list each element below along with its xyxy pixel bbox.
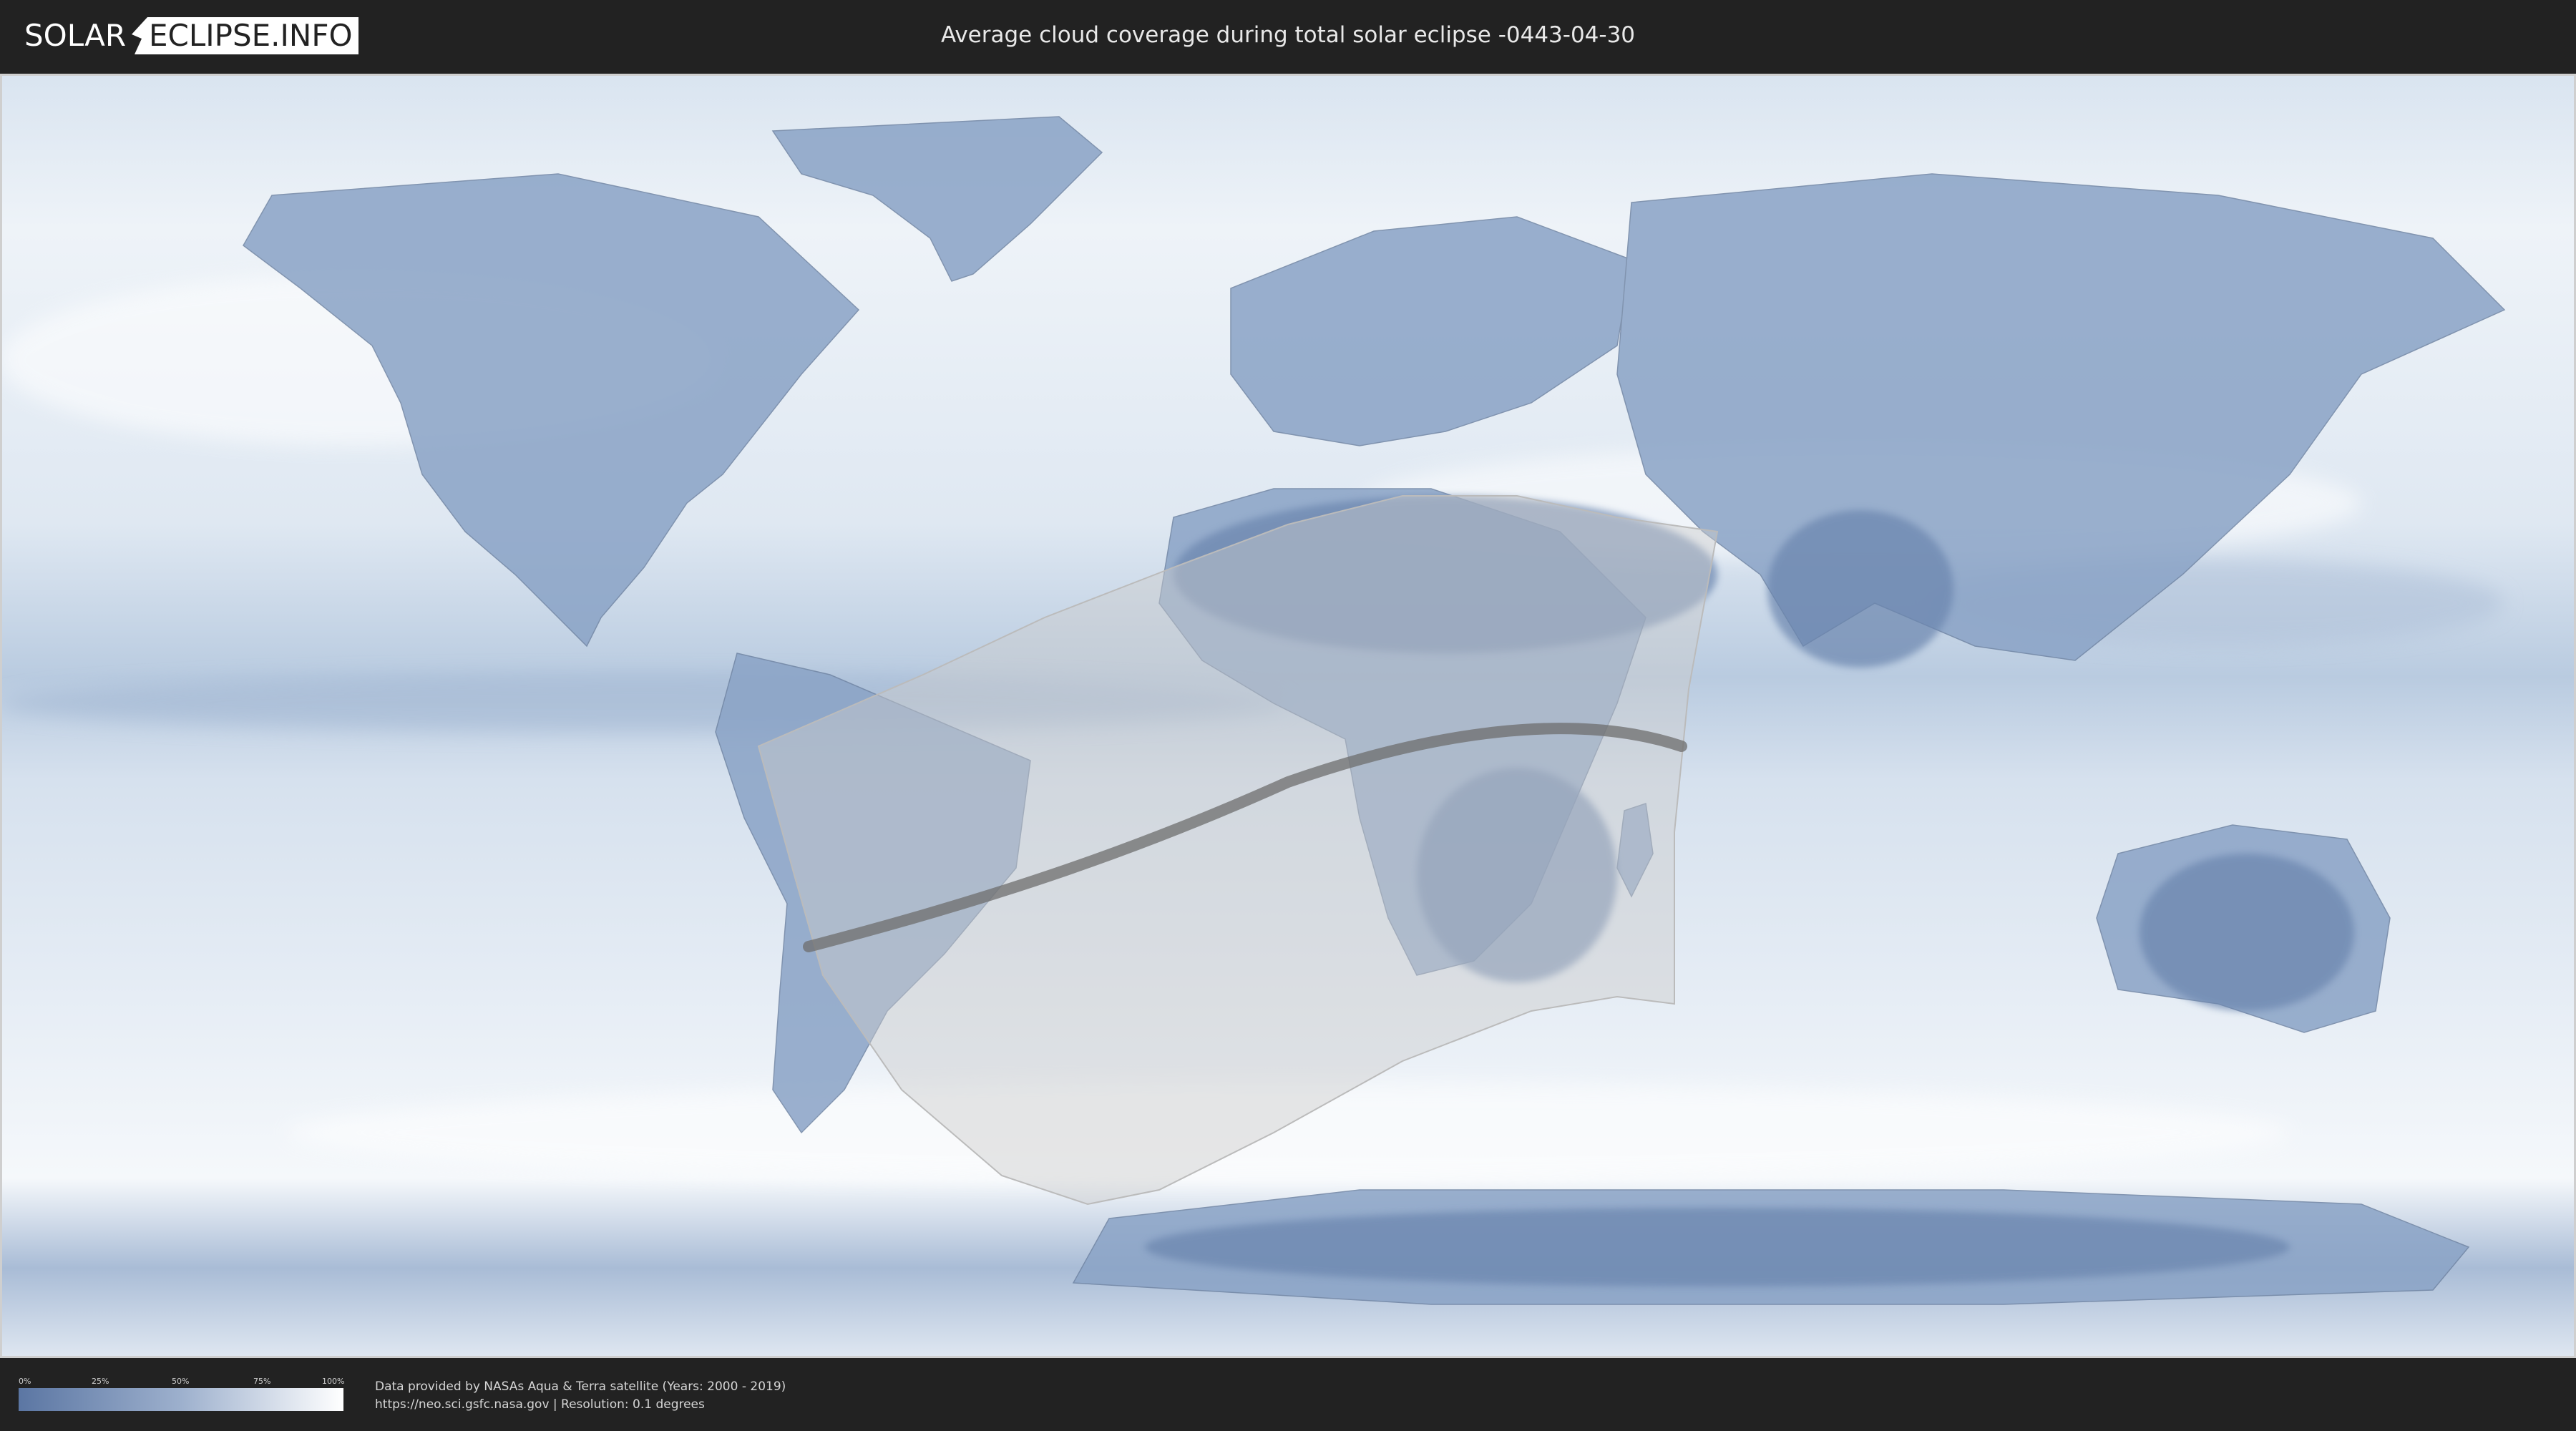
page-title: Average cloud coverage during total sola… [940,22,1636,48]
cloud-coverage-legend: 0% 25% 50% 75% 100% [19,1377,345,1411]
credits-url[interactable]: https://neo.sci.gsfc.nasa.gov | Resoluti… [375,1396,786,1414]
legend-tick-labels: 0% 25% 50% 75% 100% [19,1377,345,1388]
footer-bar: 0% 25% 50% 75% 100% Data provided by NAS… [0,1358,2576,1431]
legend-tick-100: 100% [322,1377,345,1386]
header-bar: SOLAR ECLIPSE.INFO Average cloud coverag… [0,0,2576,71]
cloud-coverage-map[interactable] [0,72,2576,1360]
legend-tick-25: 25% [92,1377,109,1386]
legend-tick-50: 50% [172,1377,190,1386]
world-map-svg [0,72,2576,1360]
legend-gradient-bar [19,1388,343,1411]
legend-tick-0: 0% [19,1377,31,1386]
data-credits: Data provided by NASAs Aqua & Terra sate… [375,1378,786,1414]
legend-tick-75: 75% [253,1377,271,1386]
credits-source: Data provided by NASAs Aqua & Terra sate… [375,1379,786,1394]
